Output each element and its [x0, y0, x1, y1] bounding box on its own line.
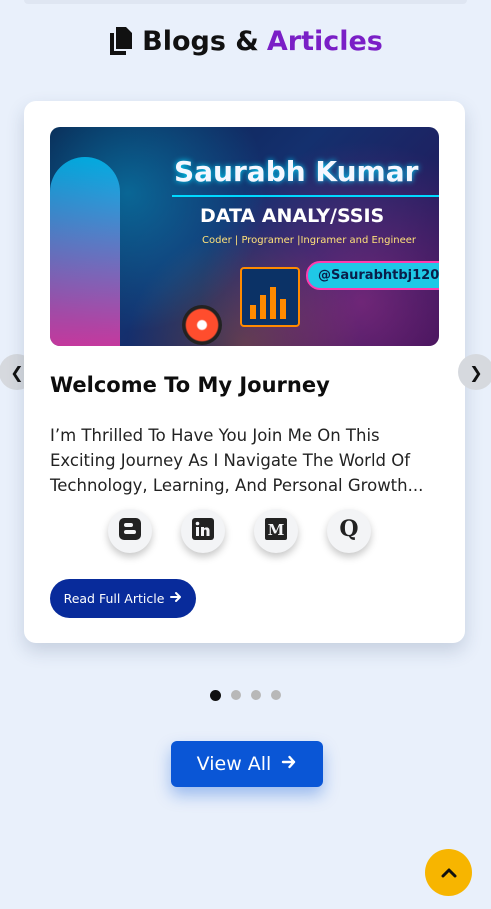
quora-icon: Q — [337, 516, 361, 545]
article-description: I’m Thrilled To Have You Join Me On This… — [50, 426, 424, 495]
linkedin-link[interactable] — [181, 509, 225, 553]
read-button-label: Read Full Article — [63, 591, 165, 606]
section-title-main: Blogs & — [142, 26, 259, 57]
image-roles-text: Coder | Programer |Ingramer and Engineer — [202, 235, 417, 246]
carousel-dot[interactable] — [251, 690, 261, 700]
carousel-dot[interactable] — [231, 690, 241, 700]
article-title[interactable]: Welcome To My Journey — [50, 373, 330, 397]
section-title-accent: Articles — [266, 26, 383, 57]
medium-icon: M — [264, 517, 288, 545]
image-handle-text: @Saurabhtbj1201 — [306, 261, 439, 290]
arrow-right-icon — [281, 753, 297, 775]
scroll-to-top-button[interactable] — [425, 849, 472, 896]
view-all-button[interactable]: View All — [171, 741, 323, 787]
section-title: Blogs & Articles — [0, 26, 491, 57]
view-all-label: View All — [196, 753, 272, 775]
monitor-illustration — [240, 267, 300, 327]
article-card: Saurabh Kumar DATA ANALY/SSIS Coder | Pr… — [24, 101, 465, 643]
medium-link[interactable]: M — [254, 509, 298, 553]
image-name-text: Saurabh Kumar — [174, 155, 419, 188]
disc-illustration — [182, 305, 222, 345]
quora-link[interactable]: Q — [327, 509, 371, 553]
carousel-next-button[interactable]: ❯ — [458, 354, 491, 390]
social-links: M Q — [108, 509, 371, 553]
chevron-up-icon — [441, 863, 457, 882]
arrow-right-icon — [170, 591, 182, 606]
top-strip — [24, 0, 467, 4]
copy-icon — [108, 26, 134, 57]
chevron-right-icon: ❯ — [469, 362, 483, 382]
linkedin-icon — [191, 517, 215, 545]
person-illustration — [50, 157, 120, 346]
chevron-left-icon: ❮ — [10, 362, 24, 382]
carousel-dot[interactable] — [210, 690, 221, 701]
blogger-link[interactable] — [108, 509, 152, 553]
carousel-dot[interactable] — [271, 690, 281, 700]
article-image: Saurabh Kumar DATA ANALY/SSIS Coder | Pr… — [50, 127, 439, 346]
svg-text:Q: Q — [339, 517, 358, 541]
carousel-dots — [210, 690, 281, 701]
read-full-article-button[interactable]: Read Full Article — [50, 579, 196, 618]
blogger-icon — [118, 517, 142, 545]
svg-text:M: M — [268, 521, 285, 539]
image-subtitle-text: DATA ANALY/SSIS — [200, 205, 385, 227]
